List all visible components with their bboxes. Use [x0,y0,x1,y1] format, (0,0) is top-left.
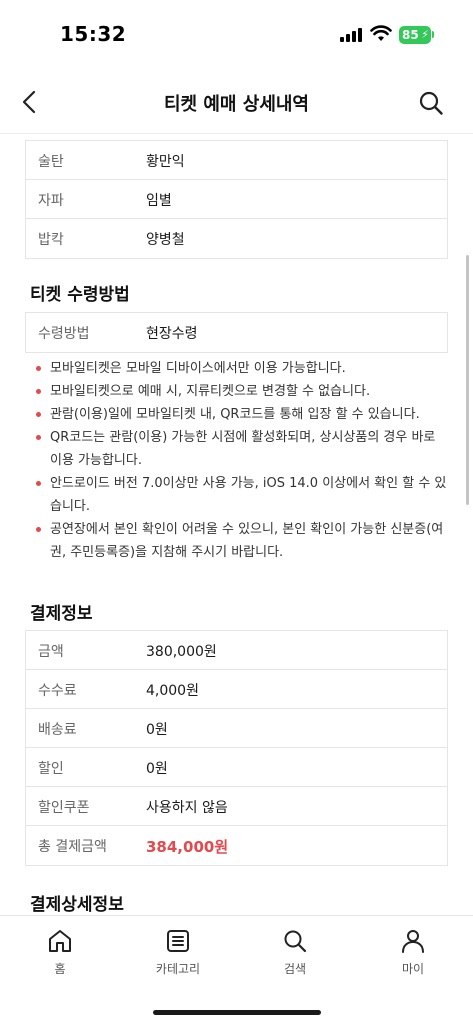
home-indicator[interactable] [153,1010,321,1015]
receive-table: 수령방법 현장수령 [25,312,448,353]
row-value: 현장수령 [146,326,198,342]
battery-level: 85 [402,28,419,42]
page-title: 티켓 예매 상세내역 [163,94,309,115]
row-value: 0원 [146,761,168,777]
cellular-signal-icon [340,28,362,42]
status-time: 15:32 [60,22,127,46]
row-key: 할인 [38,761,64,777]
row-value: 0원 [146,722,168,738]
search-icon [284,930,307,953]
table-row: 금액 380,000원 [26,631,447,670]
tab-my[interactable]: 마이 [373,928,453,977]
scrollbar[interactable] [466,255,469,505]
table-row: 수령방법 현장수령 [26,313,447,352]
content-area: 술탄 황만익 자파 임별 밥칵 양병철 티켓 수령방법 수령방법 현장수령 모바… [0,135,473,915]
home-icon [49,930,71,952]
row-key: 밥칵 [38,232,64,248]
tab-search[interactable]: 검색 [255,928,335,977]
table-row: 총 결제금액 384,000원 [26,826,447,865]
payment-section-title: 결제정보 [30,604,93,624]
list-item: QR코드는 관람(이용) 가능한 시점에 활성화되며, 상시상품의 경우 바로 … [30,426,450,472]
notice-list: 모바일티켓은 모바일 디바이스에서만 이용 가능합니다. 모바일티켓으로 예매 … [30,357,450,564]
row-key: 자파 [38,193,64,209]
payment-table: 금액 380,000원 수수료 4,000원 배송료 0원 할인 0원 할인쿠폰… [25,630,448,866]
status-bar: 15:32 85 ⚡ [0,0,473,70]
category-icon [167,930,189,952]
tab-label: 홈 [54,962,66,976]
table-row: 수수료 4,000원 [26,670,447,709]
profile-icon [402,930,424,953]
battery-tip [432,31,434,38]
list-item: 공연장에서 본인 확인이 어려울 수 있으니, 본인 확인이 가능한 신분증(여… [30,518,450,564]
charging-icon: ⚡ [421,28,429,41]
list-item: 모바일티켓은 모바일 디바이스에서만 이용 가능합니다. [30,357,450,380]
battery-icon: 85 ⚡ [399,26,431,44]
row-key: 총 결제금액 [38,839,107,855]
row-key: 배송료 [38,722,77,738]
row-value: 4,000원 [146,683,199,699]
row-value: 380,000원 [146,644,217,660]
table-row: 배송료 0원 [26,709,447,748]
table-row: 자파 임별 [26,180,447,219]
total-amount: 384,000원 [146,838,229,856]
list-item: 안드로이드 버전 7.0이상만 사용 가능, iOS 14.0 이상에서 확인 … [30,472,450,518]
tab-home[interactable]: 홈 [20,928,100,977]
tab-label: 카테고리 [155,962,201,976]
row-key: 수령방법 [38,326,90,342]
row-key: 할인쿠폰 [38,800,90,816]
row-key: 금액 [38,644,64,660]
cast-table: 술탄 황만익 자파 임별 밥칵 양병철 [25,140,448,259]
list-item: 모바일티켓으로 예매 시, 지류티켓으로 변경할 수 없습니다. [30,380,450,403]
table-row: 밥칵 양병철 [26,219,447,258]
wifi-icon [370,25,392,41]
header: 티켓 예매 상세내역 [0,70,473,134]
row-value: 양병철 [146,232,185,248]
table-row: 할인 0원 [26,748,447,787]
row-value: 임별 [146,193,172,209]
receive-section-title: 티켓 수령방법 [30,285,130,305]
row-value: 사용하지 않음 [146,800,228,816]
row-key: 술탄 [38,154,64,170]
list-item: 관람(이용)일에 모바일티켓 내, QR코드를 통해 입장 할 수 있습니다. [30,403,450,426]
tab-category[interactable]: 카테고리 [138,928,218,977]
bottom-tab-bar: 홈 카테고리 검색 마이 [0,915,473,1024]
payment-detail-section-title: 결제상세정보 [30,895,124,915]
row-value: 황만익 [146,154,185,170]
row-key: 수수료 [38,683,77,699]
table-row: 할인쿠폰 사용하지 않음 [26,787,447,826]
table-row: 술탄 황만익 [26,141,447,180]
tab-label: 검색 [283,962,307,976]
search-icon[interactable] [418,90,444,116]
tab-label: 마이 [401,962,425,976]
